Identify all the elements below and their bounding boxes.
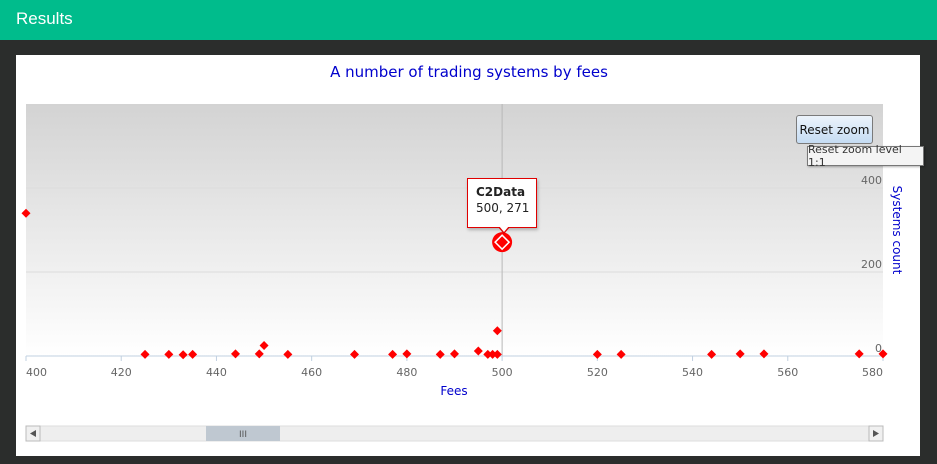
- scrollbar-track[interactable]: [25, 425, 884, 442]
- reset-zoom-button[interactable]: Reset zoom: [796, 115, 873, 144]
- x-tick-label: 500: [492, 366, 513, 379]
- scatter-chart[interactable]: 0200400400 420 440 460 480 500 520 540 560 580 A …: [16, 55, 920, 456]
- x-tick-label: 460: [301, 366, 322, 379]
- results-title: Results: [16, 9, 73, 28]
- x-tick-label: 440: [206, 366, 227, 379]
- x-axis-title: Fees: [440, 384, 467, 398]
- reset-zoom-tooltip: Reset zoom level 1:1: [807, 143, 924, 169]
- x-tick-label: 400: [26, 366, 47, 379]
- x-tick-label: 580: [862, 366, 883, 379]
- x-tick-label: 420: [111, 366, 132, 379]
- y-tick-label: 400: [861, 174, 882, 187]
- x-tick-label: 520: [587, 366, 608, 379]
- y-tick-label: 200: [861, 258, 882, 271]
- tooltip-value: 500, 271: [476, 201, 530, 215]
- scrollbar-grip: III: [239, 430, 247, 440]
- chart-title: A number of trading systems by fees: [330, 63, 608, 81]
- horizontal-scrollbar[interactable]: III: [25, 425, 884, 442]
- x-tick-label: 560: [777, 366, 798, 379]
- y-axis-title: Systems count: [890, 186, 904, 275]
- x-tick-label: 480: [396, 366, 417, 379]
- plot-area: [26, 104, 883, 356]
- chart-panel: 0 200 400 400 420 440 460 480 500 520 540 560 580 A …: [16, 55, 924, 456]
- x-tick-label: 540: [682, 366, 703, 379]
- tooltip-series-name: C2Data: [476, 185, 526, 199]
- results-header: Results: [0, 0, 937, 40]
- point-tooltip: C2Data 500, 271: [467, 178, 537, 234]
